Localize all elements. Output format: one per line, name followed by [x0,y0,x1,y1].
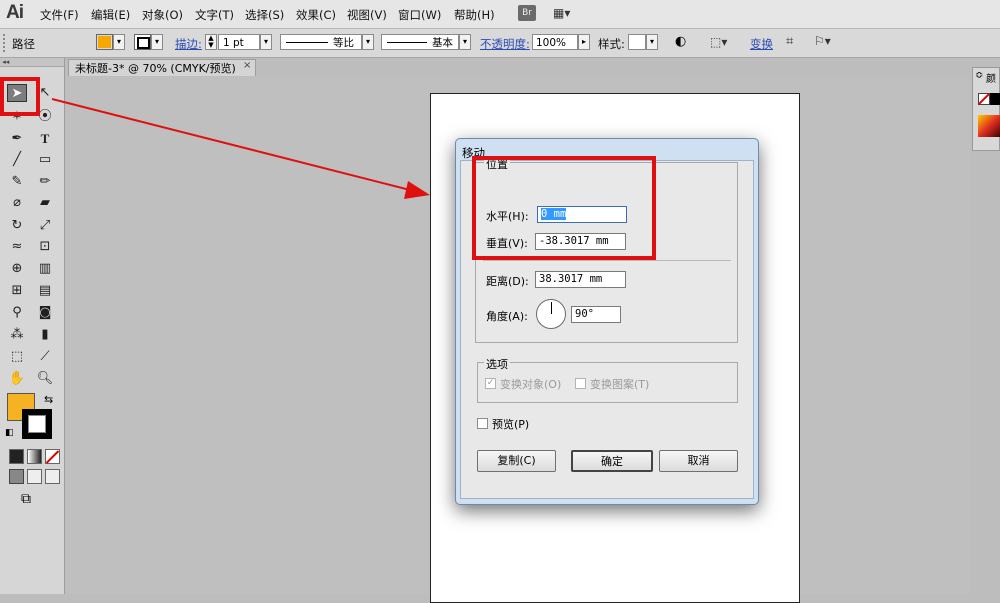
annotation-arrow-head [404,181,430,199]
annotation-arrow [51,98,430,199]
annotation-arrow-shaft [51,98,415,192]
